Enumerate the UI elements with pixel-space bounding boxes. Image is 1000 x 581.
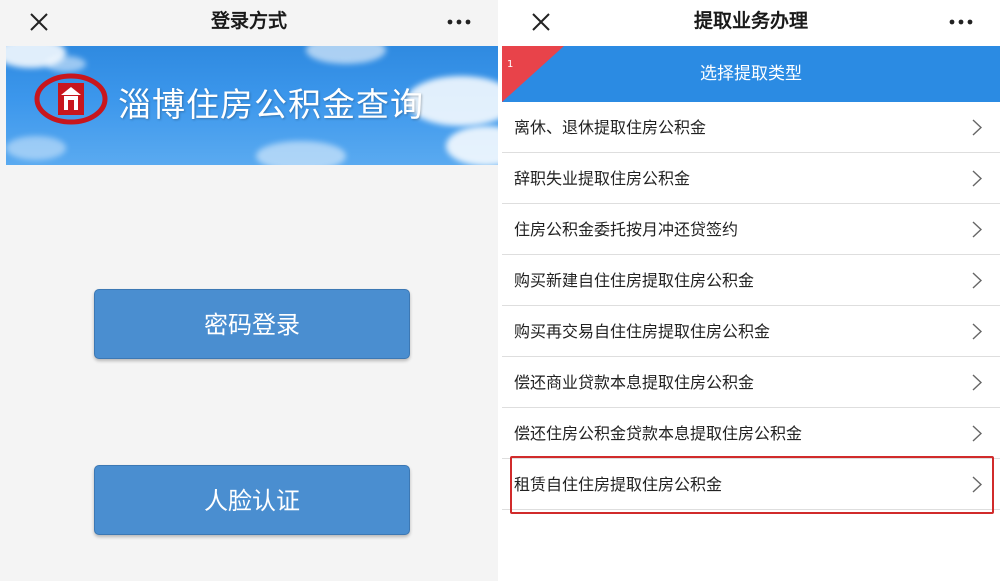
chevron-right-icon xyxy=(972,119,982,136)
nav-bar: 提取业务办理 xyxy=(502,0,1000,44)
nav-bar: 登录方式 xyxy=(0,0,498,44)
list-item-resale-house-purchase[interactable]: 购买再交易自住住房提取住房公积金 xyxy=(502,306,1000,357)
list-item-label: 购买新建自住住房提取住房公积金 xyxy=(514,271,755,290)
more-icon[interactable] xyxy=(948,14,974,30)
corner-number: 1 xyxy=(507,59,514,70)
housing-fund-logo xyxy=(34,73,108,125)
chevron-right-icon xyxy=(972,170,982,187)
list-item-fund-loan-repayment[interactable]: 偿还住房公积金贷款本息提取住房公积金 xyxy=(502,408,1000,459)
list-item-retirement[interactable]: 离休、退休提取住房公积金 xyxy=(502,102,1000,153)
chevron-right-icon xyxy=(972,425,982,442)
chevron-right-icon xyxy=(972,476,982,493)
header-label: 选择提取类型 xyxy=(700,64,802,84)
list-item-label: 辞职失业提取住房公积金 xyxy=(514,169,691,188)
login-method-screen: 登录方式 淄博住房公积金查询 密码登录 人脸认证 xyxy=(0,0,498,581)
withdrawal-type-header: 1 选择提取类型 xyxy=(502,46,1000,102)
password-login-button[interactable]: 密码登录 xyxy=(94,289,410,359)
list-item-label: 离休、退休提取住房公积金 xyxy=(514,118,707,137)
page-title: 提取业务办理 xyxy=(693,10,808,32)
list-item-label: 购买再交易自住住房提取住房公积金 xyxy=(514,322,771,341)
withdrawal-type-list: 离休、退休提取住房公积金 辞职失业提取住房公积金 住房公积金委托按月冲还贷签约 … xyxy=(502,102,1000,510)
chevron-right-icon xyxy=(972,323,982,340)
withdrawal-business-screen: 提取业务办理 1 选择提取类型 离休、退休提取住房公积金 辞职失业提取住房公积金… xyxy=(502,0,1000,581)
list-item-label: 租赁自住住房提取住房公积金 xyxy=(514,475,723,494)
list-item-label: 偿还商业贷款本息提取住房公积金 xyxy=(514,373,755,392)
page-title: 登录方式 xyxy=(210,10,287,32)
list-item-commercial-loan-repayment[interactable]: 偿还商业贷款本息提取住房公积金 xyxy=(502,357,1000,408)
chevron-right-icon xyxy=(972,221,982,238)
chevron-right-icon xyxy=(972,272,982,289)
corner-ribbon xyxy=(502,46,564,102)
list-item-label: 偿还住房公积金贷款本息提取住房公积金 xyxy=(514,424,803,443)
face-auth-button[interactable]: 人脸认证 xyxy=(94,465,410,535)
banner-title: 淄博住房公积金查询 xyxy=(118,85,424,124)
list-item-rental[interactable]: 租赁自住住房提取住房公积金 xyxy=(502,459,1000,510)
list-item-resignation[interactable]: 辞职失业提取住房公积金 xyxy=(502,153,1000,204)
list-item-label: 住房公积金委托按月冲还贷签约 xyxy=(514,220,739,239)
list-item-new-house-purchase[interactable]: 购买新建自住住房提取住房公积金 xyxy=(502,255,1000,306)
list-item-monthly-repayment-contract[interactable]: 住房公积金委托按月冲还贷签约 xyxy=(502,204,1000,255)
chevron-right-icon xyxy=(972,374,982,391)
more-icon[interactable] xyxy=(446,14,472,30)
banner: 淄博住房公积金查询 xyxy=(6,46,498,165)
